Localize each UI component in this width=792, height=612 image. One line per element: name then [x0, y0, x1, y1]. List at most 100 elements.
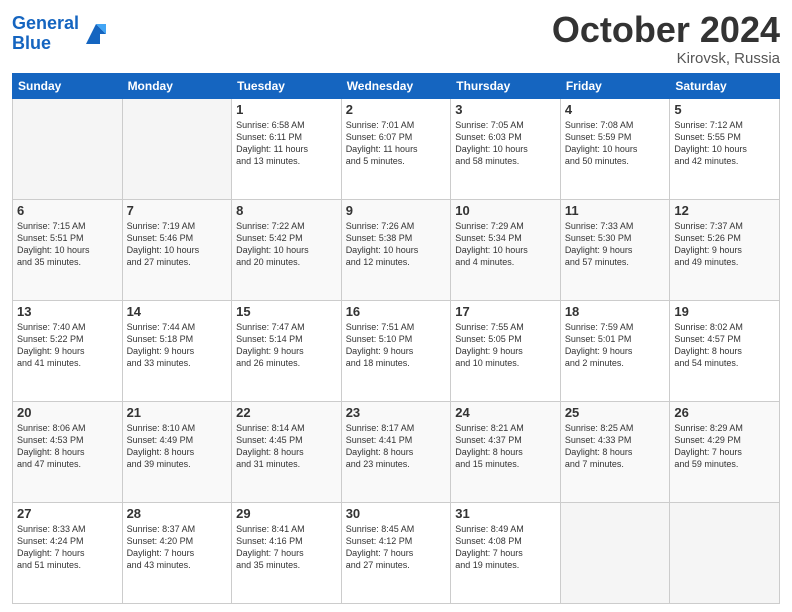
calendar-cell: 29Sunrise: 8:41 AM Sunset: 4:16 PM Dayli… — [232, 502, 342, 603]
logo-icon — [82, 20, 110, 48]
calendar-cell: 15 Sunrise: 7:47 AM Sunset: 5:14 PM Dayli… — [232, 300, 342, 401]
day-number: 3 — [455, 102, 556, 117]
calendar-table: SundayMondayTuesdayWednesdayThursdayFrid… — [12, 73, 780, 604]
calendar-cell: 4Sunrise: 7:08 AM Sunset: 5:59 PM Daylig… — [560, 98, 670, 199]
day-number: 25 — [565, 405, 666, 420]
calendar-cell — [13, 98, 123, 199]
day-info: Sunrise: 8:10 AM Sunset: 4:49 PM Dayligh… — [127, 422, 228, 471]
title-block: October 2024 Kirovsk, Russia — [552, 10, 780, 67]
day-info: Sunrise: 7:26 AM Sunset: 5:38 PM Dayligh… — [346, 220, 447, 269]
calendar-cell: 26 Sunrise: 8:29 AM Sunset: 4:29 PM Dayli… — [670, 401, 780, 502]
calendar-cell: 5 Sunrise: 7:12 AM Sunset: 5:55 PM Daylig… — [670, 98, 780, 199]
day-info: Sunrise: 7:08 AM Sunset: 5:59 PM Dayligh… — [565, 119, 666, 168]
day-number: 24 — [455, 405, 556, 420]
weekday-header-cell: Thursday — [451, 73, 561, 98]
day-number: 17 — [455, 304, 556, 319]
calendar-cell: 24Sunrise: 8:21 AM Sunset: 4:37 PM Dayli… — [451, 401, 561, 502]
weekday-header-cell: Saturday — [670, 73, 780, 98]
day-info: Sunrise: 8:49 AM Sunset: 4:08 PM Dayligh… — [455, 523, 556, 572]
day-number: 16 — [346, 304, 447, 319]
calendar-body: 1 Sunrise: 6:58 AM Sunset: 6:11 PM Daylig… — [13, 98, 780, 603]
day-info: Sunrise: 8:29 AM Sunset: 4:29 PM Dayligh… — [674, 422, 775, 471]
day-info: Sunrise: 7:40 AM Sunset: 5:22 PM Dayligh… — [17, 321, 118, 370]
day-info: Sunrise: 6:58 AM Sunset: 6:11 PM Dayligh… — [236, 119, 337, 168]
weekday-header-cell: Tuesday — [232, 73, 342, 98]
calendar-cell: 12Sunrise: 7:37 AM Sunset: 5:26 PM Dayli… — [670, 199, 780, 300]
day-number: 6 — [17, 203, 118, 218]
day-info: Sunrise: 7:55 AM Sunset: 5:05 PM Dayligh… — [455, 321, 556, 370]
calendar-week-row: 13 Sunrise: 7:40 AM Sunset: 5:22 PM Dayli… — [13, 300, 780, 401]
calendar-week-row: 27Sunrise: 8:33 AM Sunset: 4:24 PM Dayli… — [13, 502, 780, 603]
calendar-cell — [670, 502, 780, 603]
logo: General Blue — [12, 14, 110, 54]
calendar-cell: 17 Sunrise: 7:55 AM Sunset: 5:05 PM Dayli… — [451, 300, 561, 401]
weekday-header-cell: Monday — [122, 73, 232, 98]
day-info: Sunrise: 8:02 AM Sunset: 4:57 PM Dayligh… — [674, 321, 775, 370]
calendar-cell: 22 Sunrise: 8:14 AM Sunset: 4:45 PM Dayli… — [232, 401, 342, 502]
day-info: Sunrise: 7:19 AM Sunset: 5:46 PM Dayligh… — [127, 220, 228, 269]
calendar-cell — [122, 98, 232, 199]
day-number: 21 — [127, 405, 228, 420]
weekday-header-cell: Friday — [560, 73, 670, 98]
day-number: 13 — [17, 304, 118, 319]
day-number: 18 — [565, 304, 666, 319]
day-number: 20 — [17, 405, 118, 420]
day-number: 2 — [346, 102, 447, 117]
calendar-cell: 14 Sunrise: 7:44 AM Sunset: 5:18 PM Dayli… — [122, 300, 232, 401]
location-title: Kirovsk, Russia — [552, 50, 780, 67]
day-number: 22 — [236, 405, 337, 420]
weekday-header-row: SundayMondayTuesdayWednesdayThursdayFrid… — [13, 73, 780, 98]
day-info: Sunrise: 7:44 AM Sunset: 5:18 PM Dayligh… — [127, 321, 228, 370]
day-info: Sunrise: 8:25 AM Sunset: 4:33 PM Dayligh… — [565, 422, 666, 471]
day-number: 12 — [674, 203, 775, 218]
calendar-cell: 13 Sunrise: 7:40 AM Sunset: 5:22 PM Dayli… — [13, 300, 123, 401]
day-number: 11 — [565, 203, 666, 218]
day-info: Sunrise: 7:01 AM Sunset: 6:07 PM Dayligh… — [346, 119, 447, 168]
calendar-week-row: 6Sunrise: 7:15 AM Sunset: 5:51 PM Daylig… — [13, 199, 780, 300]
calendar-cell: 25 Sunrise: 8:25 AM Sunset: 4:33 PM Dayli… — [560, 401, 670, 502]
day-info: Sunrise: 7:47 AM Sunset: 5:14 PM Dayligh… — [236, 321, 337, 370]
calendar-cell: 30 Sunrise: 8:45 AM Sunset: 4:12 PM Dayli… — [341, 502, 451, 603]
calendar-cell: 3 Sunrise: 7:05 AM Sunset: 6:03 PM Daylig… — [451, 98, 561, 199]
day-info: Sunrise: 8:41 AM Sunset: 4:16 PM Dayligh… — [236, 523, 337, 572]
calendar-cell: 7 Sunrise: 7:19 AM Sunset: 5:46 PM Daylig… — [122, 199, 232, 300]
day-number: 10 — [455, 203, 556, 218]
day-info: Sunrise: 8:37 AM Sunset: 4:20 PM Dayligh… — [127, 523, 228, 572]
calendar-cell: 9 Sunrise: 7:26 AM Sunset: 5:38 PM Daylig… — [341, 199, 451, 300]
calendar-cell: 6Sunrise: 7:15 AM Sunset: 5:51 PM Daylig… — [13, 199, 123, 300]
logo-general: General — [12, 13, 79, 33]
day-number: 14 — [127, 304, 228, 319]
day-info: Sunrise: 7:05 AM Sunset: 6:03 PM Dayligh… — [455, 119, 556, 168]
calendar-cell: 16 Sunrise: 7:51 AM Sunset: 5:10 PM Dayli… — [341, 300, 451, 401]
calendar-cell: 19Sunrise: 8:02 AM Sunset: 4:57 PM Dayli… — [670, 300, 780, 401]
day-info: Sunrise: 7:59 AM Sunset: 5:01 PM Dayligh… — [565, 321, 666, 370]
calendar-cell: 18 Sunrise: 7:59 AM Sunset: 5:01 PM Dayli… — [560, 300, 670, 401]
day-info: Sunrise: 8:17 AM Sunset: 4:41 PM Dayligh… — [346, 422, 447, 471]
weekday-header-cell: Wednesday — [341, 73, 451, 98]
day-number: 30 — [346, 506, 447, 521]
day-number: 5 — [674, 102, 775, 117]
day-number: 7 — [127, 203, 228, 218]
day-info: Sunrise: 7:29 AM Sunset: 5:34 PM Dayligh… — [455, 220, 556, 269]
day-number: 9 — [346, 203, 447, 218]
day-number: 15 — [236, 304, 337, 319]
calendar-cell: 2 Sunrise: 7:01 AM Sunset: 6:07 PM Daylig… — [341, 98, 451, 199]
calendar-cell: 28Sunrise: 8:37 AM Sunset: 4:20 PM Dayli… — [122, 502, 232, 603]
day-info: Sunrise: 8:06 AM Sunset: 4:53 PM Dayligh… — [17, 422, 118, 471]
day-info: Sunrise: 8:14 AM Sunset: 4:45 PM Dayligh… — [236, 422, 337, 471]
day-info: Sunrise: 7:22 AM Sunset: 5:42 PM Dayligh… — [236, 220, 337, 269]
day-info: Sunrise: 8:45 AM Sunset: 4:12 PM Dayligh… — [346, 523, 447, 572]
calendar-cell: 8Sunrise: 7:22 AM Sunset: 5:42 PM Daylig… — [232, 199, 342, 300]
page: General Blue October 2024 Kirovsk, Russi… — [0, 0, 792, 612]
day-info: Sunrise: 7:51 AM Sunset: 5:10 PM Dayligh… — [346, 321, 447, 370]
day-info: Sunrise: 7:33 AM Sunset: 5:30 PM Dayligh… — [565, 220, 666, 269]
day-number: 26 — [674, 405, 775, 420]
day-info: Sunrise: 7:12 AM Sunset: 5:55 PM Dayligh… — [674, 119, 775, 168]
day-number: 31 — [455, 506, 556, 521]
calendar-week-row: 20 Sunrise: 8:06 AM Sunset: 4:53 PM Dayli… — [13, 401, 780, 502]
header: General Blue October 2024 Kirovsk, Russi… — [12, 10, 780, 67]
calendar-cell: 1 Sunrise: 6:58 AM Sunset: 6:11 PM Daylig… — [232, 98, 342, 199]
calendar-cell: 10 Sunrise: 7:29 AM Sunset: 5:34 PM Dayli… — [451, 199, 561, 300]
calendar-cell: 20 Sunrise: 8:06 AM Sunset: 4:53 PM Dayli… — [13, 401, 123, 502]
day-number: 1 — [236, 102, 337, 117]
